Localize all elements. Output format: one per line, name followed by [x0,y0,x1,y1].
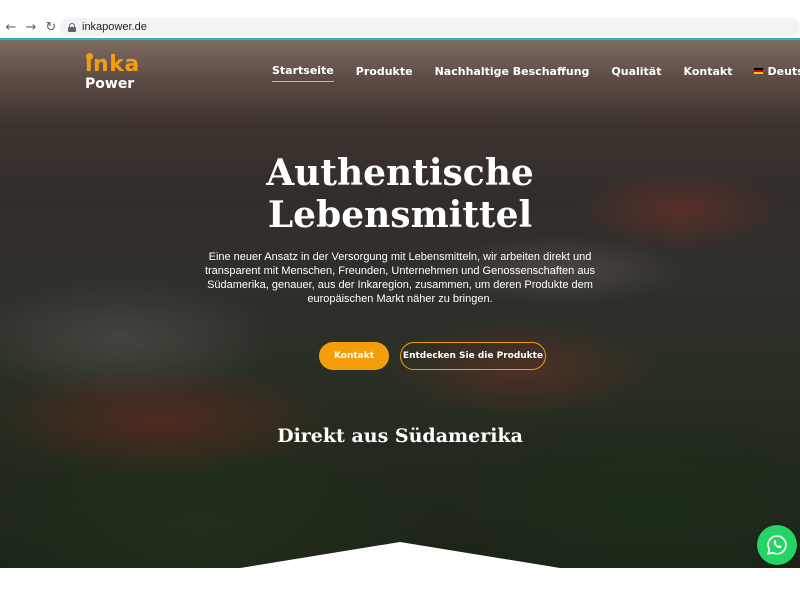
hero-description: Eine neuer Ansatz in der Versorgung mit … [204,251,596,305]
logo[interactable]: inka Power [85,52,145,98]
hero-subtitle: Direkt aus Südamerika [277,425,523,447]
logo-sun-icon [86,53,93,60]
reload-icon: ↻ [45,19,57,35]
arrow-left-icon: ← [5,19,17,35]
kontakt-button[interactable]: Kontakt [319,342,389,370]
logo-text-power: Power [85,76,135,92]
logo-text-inka: inka [85,52,140,77]
whatsapp-icon [766,535,787,556]
section-divider-shape [0,542,800,568]
arrow-right-icon: → [25,19,37,35]
address-bar[interactable]: inkapower.de [60,18,800,36]
lock-icon [68,22,76,32]
hero-title: Authentische Lebensmittel [200,152,600,236]
hero-title-line1: Authentische [266,152,534,194]
url-text: inkapower.de [82,21,147,33]
whatsapp-chat-button[interactable] [757,525,797,565]
nav-item-nachhaltige-beschaffung[interactable]: Nachhaltige Beschaffung [435,65,590,82]
browser-toolbar: ← → ↻ inkapower.de [0,16,800,38]
nav-item-qualitaet[interactable]: Qualität [611,65,661,82]
language-label: Deutsch [767,64,800,78]
hero-section: inka Power Startseite Produkte Nachhalti… [0,40,800,568]
nav-item-kontakt[interactable]: Kontakt [684,65,733,82]
hero-title-line2: Lebensmittel [267,194,533,236]
language-selector[interactable]: Deutsch ▾ [754,65,800,82]
reload-button[interactable]: ↻ [42,18,60,36]
main-navigation: Startseite Produkte Nachhaltige Beschaff… [272,64,800,82]
discover-products-button[interactable]: Entdecken Sie die Produkte [400,342,546,370]
nav-item-produkte[interactable]: Produkte [356,65,413,82]
forward-button[interactable]: → [22,18,40,36]
german-flag-icon [754,68,764,74]
nav-item-startseite[interactable]: Startseite [272,64,334,82]
back-button[interactable]: ← [2,18,20,36]
